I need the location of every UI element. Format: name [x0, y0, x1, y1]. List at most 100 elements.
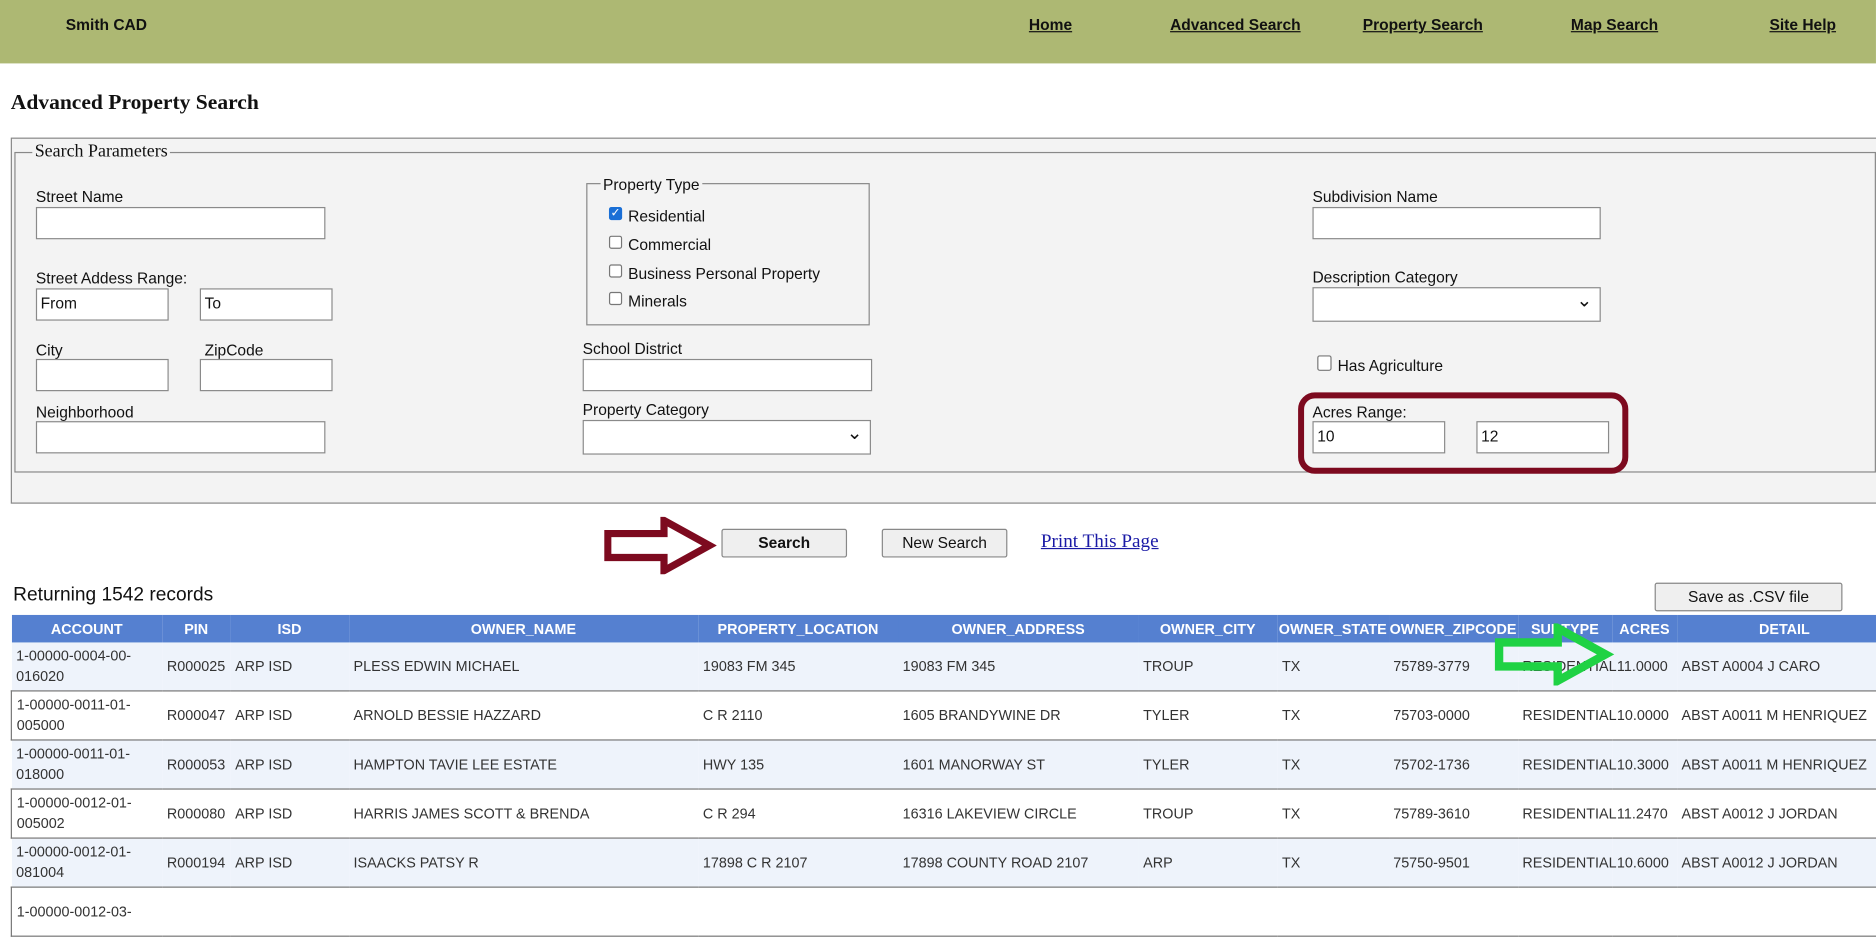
- column-header-pin[interactable]: PIN: [162, 614, 231, 643]
- cell-account: 1-00000-0011-01-005000: [10, 690, 163, 741]
- cell-detail: ABST A0012 J JORDAN: [1676, 788, 1876, 839]
- cell-owner-address: 1605 BRANDYWINE DR: [897, 690, 1139, 741]
- cell-owner-city: TYLER: [1138, 739, 1278, 790]
- acres-from-input[interactable]: 10: [1312, 421, 1446, 454]
- street-address-range-label: Street Addess Range:: [35, 269, 188, 288]
- cell-owner-zipcode: 75702-1736: [1388, 739, 1518, 790]
- cell-account: 1-00000-0012-01-005002: [10, 788, 163, 839]
- cell-pin: R000053: [162, 739, 231, 790]
- street-name-input[interactable]: [35, 206, 326, 240]
- save-csv-button[interactable]: Save as .CSV file: [1654, 582, 1843, 612]
- cell-subtype: RESIDENTIAL: [1517, 788, 1617, 839]
- cell-owner-zipcode: 75703-0000: [1388, 690, 1518, 741]
- cell-property-location: 19083 FM 345: [698, 642, 898, 691]
- cell-owner-city: ARP: [1138, 838, 1278, 888]
- column-header-isd[interactable]: ISD: [230, 614, 349, 643]
- cell-account: 1-00000-0012-03-: [10, 886, 163, 937]
- cell-owner-city: TROUP: [1138, 788, 1278, 839]
- zipcode-label: ZipCode: [204, 340, 264, 359]
- neighborhood-input[interactable]: [35, 421, 326, 454]
- cell-owner-zipcode: 75750-9501: [1388, 838, 1518, 888]
- acres-range-label: Acres Range:: [1312, 403, 1407, 422]
- description-category-label: Description Category: [1312, 267, 1458, 286]
- cell-owner-name: ISAACKS PATSY R: [348, 838, 699, 888]
- cell-property-location: C R 2110: [698, 690, 898, 741]
- cell-owner-state: TX: [1277, 690, 1389, 741]
- table-row[interactable]: 1-00000-0011-01-005000 R000047 ARP ISD ARNO…: [10, 690, 1876, 741]
- cell-isd: ARP ISD: [230, 690, 349, 741]
- cell-pin: R000194: [162, 838, 231, 888]
- cell-detail: ABST A0004 J CARO: [1676, 642, 1876, 691]
- cell-account: 1-00000-0011-01-018000: [11, 739, 163, 790]
- table-row[interactable]: 1-00000-0012-01-005002 R000080 ARP ISD HARR…: [10, 788, 1876, 839]
- city-label: City: [35, 340, 63, 359]
- column-header-property-location[interactable]: PROPERTY_LOCATION: [698, 614, 898, 643]
- cell-pin: R000080: [162, 788, 231, 839]
- cell-owner-city: [1138, 886, 1278, 937]
- print-page-link[interactable]: Print This Page: [1041, 531, 1159, 553]
- subdivision-name-input[interactable]: [1312, 206, 1601, 240]
- property-category-select[interactable]: [582, 419, 871, 455]
- neighborhood-label: Neighborhood: [35, 403, 134, 422]
- cell-subtype: RESIDENTIAL: [1517, 838, 1617, 888]
- column-header-owner-state[interactable]: OWNER_STATE: [1277, 614, 1389, 643]
- column-header-detail[interactable]: DETAIL: [1676, 614, 1876, 643]
- nav-home[interactable]: Home: [1029, 16, 1072, 34]
- cell-owner-zipcode: [1388, 886, 1518, 937]
- cell-owner-address: [897, 886, 1139, 937]
- search-arrow-icon: [604, 516, 717, 575]
- column-header-account[interactable]: ACCOUNT: [11, 614, 163, 643]
- business-personal-property-checkbox[interactable]: [608, 264, 623, 278]
- cell-owner-state: TX: [1277, 838, 1389, 888]
- cell-property-location: HWY 135: [698, 739, 898, 790]
- cell-isd: ARP ISD: [230, 739, 349, 790]
- cell-owner-address: 19083 FM 345: [897, 642, 1139, 691]
- nav-site-help[interactable]: Site Help: [1769, 16, 1836, 34]
- minerals-checkbox[interactable]: [608, 291, 623, 306]
- cell-subtype: RESIDENTIAL: [1517, 739, 1617, 790]
- nav-map-search[interactable]: Map Search: [1571, 16, 1658, 34]
- cell-owner-address: 1601 MANORWAY ST: [897, 739, 1139, 790]
- cell-owner-name: ARNOLD BESSIE HAZZARD: [348, 690, 699, 741]
- cell-owner-city: TROUP: [1138, 642, 1278, 691]
- search-button[interactable]: Search: [721, 528, 848, 558]
- nav-advanced-search[interactable]: Advanced Search: [1170, 16, 1301, 34]
- nav-property-search[interactable]: Property Search: [1363, 16, 1483, 34]
- business-personal-property-label: Business Personal Property: [628, 264, 821, 283]
- cell-subtype: RESIDENTIAL: [1517, 690, 1617, 741]
- cell-acres: 10.6000: [1612, 838, 1677, 888]
- description-category-select[interactable]: [1312, 287, 1601, 322]
- residential-label: Residential: [628, 206, 706, 225]
- school-district-input[interactable]: [582, 358, 873, 392]
- column-header-owner-city[interactable]: OWNER_CITY: [1138, 614, 1278, 643]
- record-count: Returning 1542 records: [13, 585, 214, 606]
- cell-pin: R000025: [162, 642, 231, 691]
- column-header-acres[interactable]: ACRES: [1612, 614, 1677, 643]
- column-header-owner-name[interactable]: OWNER_NAME: [348, 614, 699, 643]
- address-from-input[interactable]: From: [35, 288, 169, 321]
- new-search-button[interactable]: New Search: [881, 528, 1008, 558]
- cell-isd: ARP ISD: [230, 788, 349, 839]
- column-header-owner-address[interactable]: OWNER_ADDRESS: [897, 614, 1139, 643]
- table-row[interactable]: 1-00000-0012-03-: [10, 886, 1876, 937]
- cell-owner-name: PLESS EDWIN MICHAEL: [348, 642, 699, 691]
- street-name-label: Street Name: [35, 187, 124, 206]
- address-to-input[interactable]: To: [199, 288, 333, 321]
- cell-owner-state: TX: [1277, 642, 1389, 691]
- page-title: Advanced Property Search: [10, 89, 259, 114]
- zipcode-input[interactable]: [199, 358, 333, 392]
- city-input[interactable]: [35, 358, 169, 392]
- commercial-checkbox[interactable]: [608, 235, 623, 249]
- cell-owner-state: TX: [1277, 739, 1389, 790]
- cell-acres: 11.2470: [1612, 788, 1677, 839]
- acres-to-input[interactable]: 12: [1476, 421, 1610, 454]
- has-agriculture-checkbox[interactable]: [1317, 355, 1332, 371]
- cell-acres: 10.3000: [1612, 739, 1677, 790]
- cell-owner-address: 16316 LAKEVIEW CIRCLE: [897, 788, 1139, 839]
- cell-pin: R000047: [162, 690, 231, 741]
- residential-checkbox[interactable]: ✓: [608, 206, 623, 221]
- table-row[interactable]: 1-00000-0011-01-018000 R000053 ARP ISD HAMP…: [11, 739, 1876, 790]
- table-row[interactable]: 1-00000-0012-01-081004 R000194 ARP ISD ISAA…: [11, 838, 1876, 888]
- cell-owner-city: TYLER: [1138, 690, 1278, 741]
- top-navigation-bar: Smith CAD Home Advanced Search Property …: [0, 0, 1876, 64]
